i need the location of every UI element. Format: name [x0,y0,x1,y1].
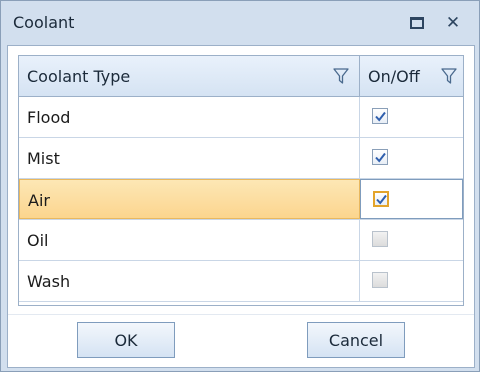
maximize-button[interactable] [407,13,427,33]
on-off-checkbox[interactable] [373,191,389,207]
on-off-checkbox[interactable] [372,149,388,165]
title-bar[interactable]: Coolant ✕ [1,1,479,45]
on-off-cell[interactable] [360,261,463,301]
coolant-type-label: Oil [27,231,49,250]
column-header-label: On/Off [368,67,420,86]
filter-icon[interactable] [332,67,350,85]
coolant-type-label: Wash [27,272,71,291]
on-off-cell[interactable] [360,179,463,219]
on-off-checkbox [372,272,388,288]
on-off-cell[interactable] [360,220,463,260]
close-icon: ✕ [445,12,461,33]
coolant-type-cell[interactable]: Flood [19,97,360,137]
coolant-type-label: Mist [27,149,60,168]
coolant-type-cell[interactable]: Air [19,179,360,219]
coolant-type-cell[interactable]: Wash [19,261,360,301]
table-row[interactable]: Mist [19,138,463,179]
coolant-dialog: Coolant ✕ Coolant Type On/Off Flood Mist… [0,0,480,372]
on-off-cell[interactable] [360,138,463,178]
dialog-title: Coolant [13,13,75,32]
coolant-type-label: Air [28,191,50,210]
grid-header: Coolant Type On/Off [19,56,463,97]
on-off-cell[interactable] [360,97,463,137]
table-row[interactable]: Oil [19,220,463,261]
checkmark-icon [375,152,386,163]
table-row[interactable]: Flood [19,97,463,138]
coolant-type-cell[interactable]: Oil [19,220,360,260]
coolant-type-cell[interactable]: Mist [19,138,360,178]
cancel-button[interactable]: Cancel [307,322,405,358]
coolant-type-label: Flood [27,108,71,127]
dialog-body: Coolant Type On/Off Flood Mist Air Oil Wash … [7,45,475,368]
filter-icon[interactable] [440,67,458,85]
coolant-grid: Coolant Type On/Off Flood Mist Air Oil Wash [18,55,464,306]
ok-button[interactable]: OK [77,322,175,358]
checkmark-icon [375,111,386,122]
column-header-coolant-type[interactable]: Coolant Type [19,56,360,96]
on-off-checkbox[interactable] [372,108,388,124]
table-row[interactable]: Wash [19,261,463,302]
column-header-on-off[interactable]: On/Off [360,56,463,96]
checkmark-icon [376,194,387,205]
close-button[interactable]: ✕ [443,13,463,33]
footer-divider [8,314,474,315]
column-header-label: Coolant Type [27,67,131,86]
table-row[interactable]: Air [19,179,463,220]
on-off-checkbox [372,231,388,247]
maximize-icon [410,17,424,29]
